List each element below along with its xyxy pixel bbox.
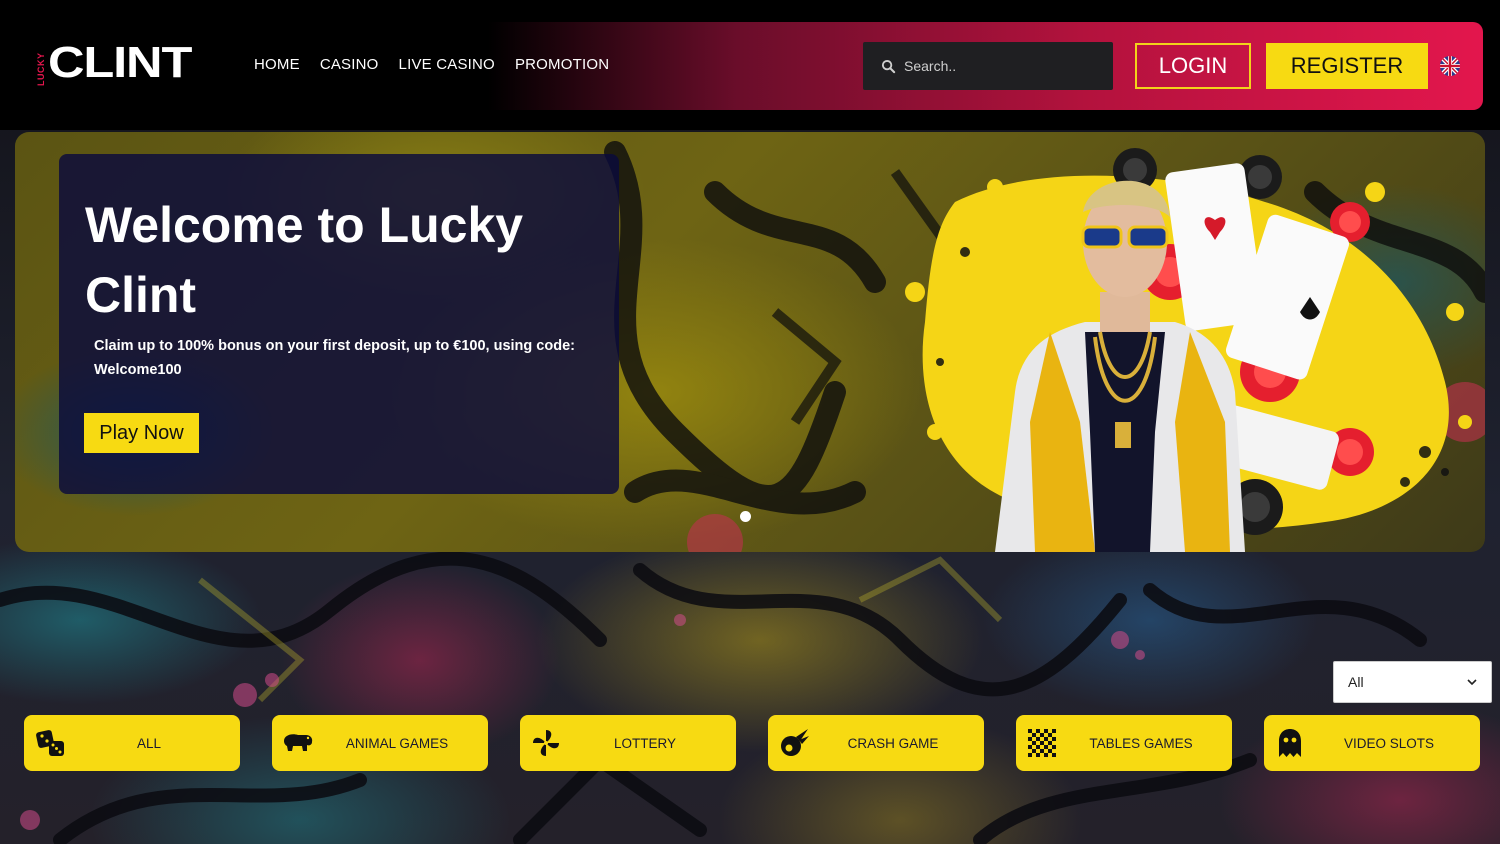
category-label: ALL xyxy=(136,735,162,751)
category-label: CRASH GAME xyxy=(847,735,939,751)
main-nav: HOME CASINO LIVE CASINO PROMOTION xyxy=(254,56,609,73)
category-crash-game[interactable]: CRASH GAME xyxy=(768,715,984,771)
category-animal-games[interactable]: ANIMAL GAMES xyxy=(272,715,488,771)
filter-selected-value: All xyxy=(1348,674,1364,690)
search-input[interactable] xyxy=(904,58,1104,74)
logo-lucky-text: LUCKY xyxy=(36,52,46,87)
nav-home[interactable]: HOME xyxy=(254,56,300,73)
site-header: LUCKY CLINT HOME CASINO LIVE CASINO PROM… xyxy=(0,0,1500,130)
nav-live-casino[interactable]: LIVE CASINO xyxy=(399,56,495,73)
hero-description: Claim up to 100% bonus on your first dep… xyxy=(94,338,575,378)
chevron-down-icon xyxy=(1467,679,1477,686)
category-label: TABLES GAMES xyxy=(1089,735,1193,751)
checkerboard-icon xyxy=(1028,729,1056,757)
site-logo[interactable]: LUCKY CLINT xyxy=(36,38,192,88)
hero-title: Welcome to Lucky Clint xyxy=(85,197,524,323)
category-label: ANIMAL GAMES xyxy=(345,735,449,751)
logo-clint-text: CLINT xyxy=(48,38,192,87)
category-tables-games[interactable]: TABLES GAMES xyxy=(1016,715,1232,771)
category-all[interactable]: ALL xyxy=(24,715,240,771)
slider-dot[interactable] xyxy=(740,511,751,522)
hero-character-illustration xyxy=(905,148,1472,552)
hero-banner: Welcome to Lucky Clint Claim up to 100% … xyxy=(15,132,1485,552)
category-label: VIDEO SLOTS xyxy=(1343,735,1435,751)
register-button[interactable]: REGISTER xyxy=(1266,43,1428,89)
pinwheel-icon xyxy=(533,730,559,756)
nav-casino[interactable]: CASINO xyxy=(320,56,379,73)
category-buttons: ALL ANIMAL GAMES LOTTERY CRASH GAME TABL… xyxy=(24,715,1480,771)
category-label: LOTTERY xyxy=(613,735,676,751)
search-icon[interactable] xyxy=(881,59,896,74)
meteor-icon xyxy=(781,729,809,756)
dice-icon xyxy=(36,730,64,756)
category-video-slots[interactable]: VIDEO SLOTS xyxy=(1264,715,1480,771)
uk-flag-icon[interactable] xyxy=(1440,56,1460,76)
ghost-icon xyxy=(1279,729,1301,757)
nav-promotion[interactable]: PROMOTION xyxy=(515,56,609,73)
category-filter-select[interactable]: All xyxy=(1333,661,1492,703)
search-box xyxy=(863,42,1113,90)
play-now-button[interactable]: Play Now xyxy=(84,413,199,453)
hippo-icon xyxy=(284,734,313,751)
category-lottery[interactable]: LOTTERY xyxy=(520,715,736,771)
login-button[interactable]: LOGIN xyxy=(1135,43,1251,89)
